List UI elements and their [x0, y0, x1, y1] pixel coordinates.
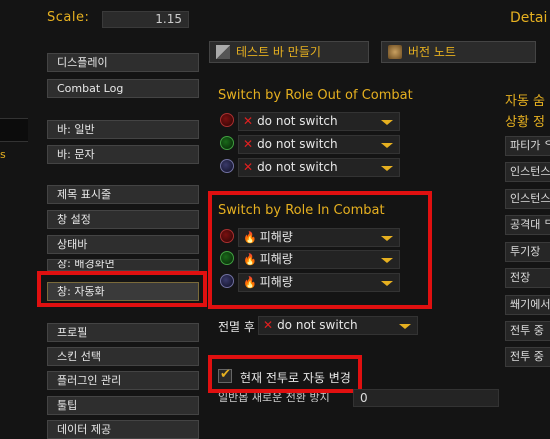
damage-icon: 🔥: [243, 253, 257, 266]
sidebar-item-data-feed[interactable]: 데이터 제공: [47, 420, 199, 439]
dropdown-value: 피해량: [259, 230, 293, 244]
sidebar-item-plugin-manager[interactable]: 플러그인 관리: [47, 371, 199, 390]
chevron-down-icon: [381, 258, 393, 263]
sidebar-item-window-wallpaper[interactable]: 창: 배경화면: [47, 259, 199, 271]
right-item-arena[interactable]: 투기장: [505, 242, 550, 262]
sidebar-item-bar-general[interactable]: 바: 일반: [47, 120, 199, 139]
out-of-combat-healer-dropdown[interactable]: ✕ do not switch: [238, 135, 400, 154]
right-item-mythic-plus[interactable]: 쐐기에서: [505, 295, 550, 315]
version-notes-button[interactable]: 버전 노트: [381, 41, 536, 63]
scale-label: Scale:: [47, 10, 90, 25]
right-item-instance-2[interactable]: 인스턴스: [505, 189, 550, 209]
scale-slider[interactable]: 1.15: [102, 11, 189, 28]
cut-option-label: 일반몹 새로운 전환 방지: [218, 393, 330, 402]
right-item-instance-1[interactable]: 인스턴스: [505, 162, 550, 182]
sidebar-item-title-bar[interactable]: 제목 표시줄: [47, 185, 199, 204]
after-wipe-dropdown[interactable]: ✕ do not switch: [258, 316, 418, 335]
cut-option-slider[interactable]: 0: [353, 389, 499, 407]
healer-role-icon: [220, 251, 234, 265]
dps-role-icon: [220, 113, 234, 127]
tank-role-icon: [220, 274, 234, 288]
right-item-raid[interactable]: 공격대 ᄃ: [505, 215, 550, 235]
in-combat-dps-dropdown[interactable]: 🔥 피해량: [238, 228, 400, 247]
x-icon: ✕: [243, 114, 254, 128]
sidebar-item-profiles[interactable]: 프로필: [47, 323, 199, 342]
damage-icon: 🔥: [243, 231, 257, 244]
sidebar-item-combat-log[interactable]: Combat Log: [47, 79, 199, 98]
sidebar-item-display[interactable]: 디스플레이: [47, 53, 199, 72]
auto-hide-heading: 자동 숨: [505, 94, 546, 109]
x-icon: ✕: [243, 137, 254, 151]
chevron-down-icon: [381, 143, 393, 148]
sidebar-item-skin-select[interactable]: 스킨 선택: [47, 347, 199, 366]
highlight-box-sidebar: [37, 271, 207, 307]
in-combat-healer-dropdown[interactable]: 🔥 피해량: [238, 250, 400, 269]
tank-role-icon: [220, 159, 234, 173]
right-item-battleground[interactable]: 전장: [505, 268, 550, 288]
dropdown-value: do not switch: [257, 137, 338, 151]
left-edge-panel: [0, 118, 28, 142]
dropdown-value: do not switch: [257, 114, 338, 128]
in-combat-tank-dropdown[interactable]: 🔥 피해량: [238, 273, 400, 292]
chevron-down-icon: [381, 166, 393, 171]
right-item-party[interactable]: 파티가 ᄋ: [505, 136, 550, 156]
auto-change-checkbox[interactable]: ✔: [218, 367, 232, 383]
out-of-combat-title: Switch by Role Out of Combat: [218, 88, 413, 103]
version-notes-label: 버전 노트: [408, 45, 456, 59]
dropdown-value: 피해량: [259, 275, 293, 289]
dropdown-value: 피해량: [259, 252, 293, 266]
out-of-combat-tank-dropdown[interactable]: ✕ do not switch: [238, 158, 400, 177]
scroll-icon: [388, 44, 402, 59]
chevron-down-icon: [381, 236, 393, 241]
create-test-bar-label: 테스트 바 만들기: [236, 45, 321, 59]
right-item-in-combat-1[interactable]: 전투 중: [505, 321, 550, 341]
details-title: Detai: [510, 10, 548, 26]
chevron-down-icon: [381, 281, 393, 286]
auto-change-label: 현재 전투로 자동 변경: [240, 371, 351, 385]
checkmark-icon: ✔: [220, 367, 231, 382]
damage-icon: 🔥: [243, 276, 257, 289]
in-combat-title: Switch by Role In Combat: [218, 203, 385, 218]
create-test-bar-button[interactable]: 테스트 바 만들기: [209, 41, 369, 63]
sidebar-item-bar-text[interactable]: 바: 문자: [47, 145, 199, 164]
healer-role-icon: [220, 136, 234, 150]
out-of-combat-dps-dropdown[interactable]: ✕ do not switch: [238, 112, 400, 131]
sidebar-item-status-bar[interactable]: 상태바: [47, 235, 199, 254]
x-icon: ✕: [243, 160, 254, 174]
dropdown-value: do not switch: [277, 318, 358, 332]
test-bar-icon: [216, 44, 230, 59]
dropdown-value: do not switch: [257, 160, 338, 174]
chevron-down-icon: [381, 120, 393, 125]
right-item-in-combat-2[interactable]: 전투 중: [505, 347, 550, 367]
sidebar-item-window-settings[interactable]: 창 설정: [47, 210, 199, 229]
left-edge-text: s: [0, 148, 6, 161]
situation-heading: 상황 정: [505, 115, 546, 130]
after-wipe-label: 전멸 후: [218, 320, 255, 334]
sidebar-item-tooltips[interactable]: 툴팁: [47, 396, 199, 415]
x-icon: ✕: [263, 318, 274, 332]
chevron-down-icon: [399, 324, 411, 329]
dps-role-icon: [220, 229, 234, 243]
